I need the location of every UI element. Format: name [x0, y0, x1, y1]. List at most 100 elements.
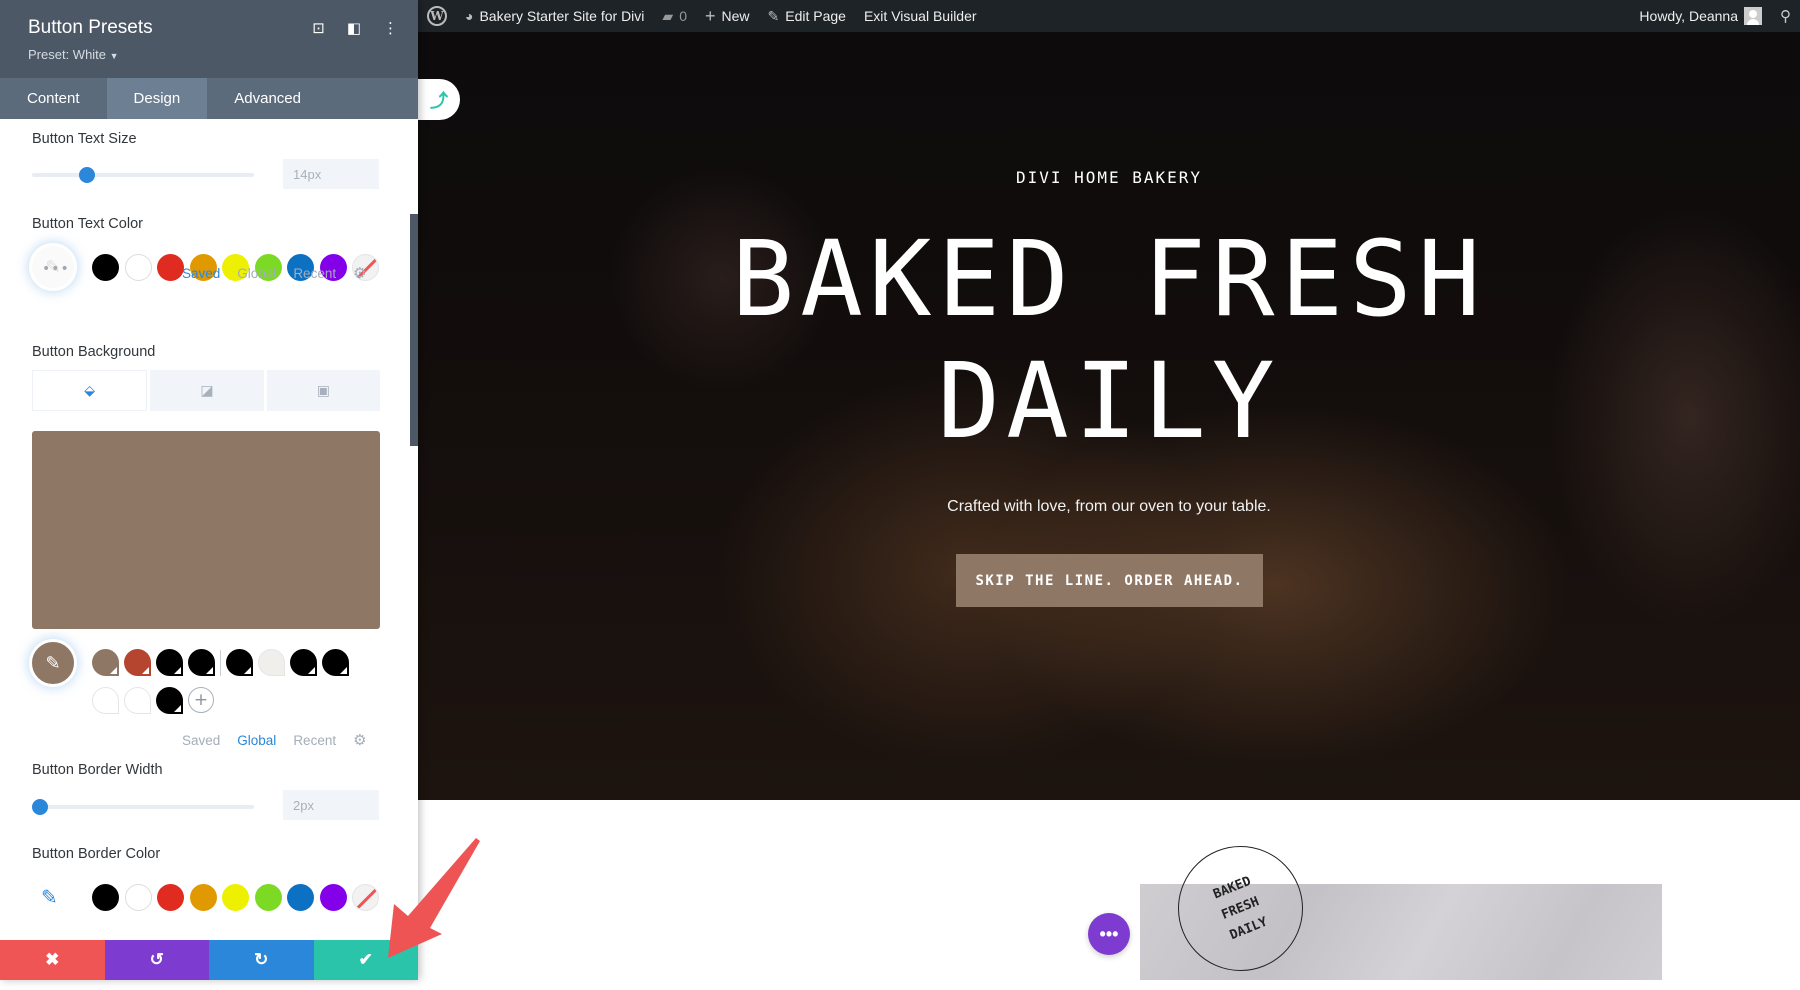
- pencil-icon: ✎: [767, 7, 780, 24]
- palette-tab-saved[interactable]: Saved: [182, 266, 220, 281]
- panel-title: Button Presets: [28, 17, 153, 38]
- global-color-swatch[interactable]: [156, 649, 183, 676]
- gear-icon[interactable]: ⚙: [353, 264, 366, 282]
- color-swatch[interactable]: [124, 884, 152, 911]
- tab-background-gradient[interactable]: ◪: [150, 370, 264, 411]
- paint-bucket-icon: ⬙: [84, 382, 96, 399]
- close-icon: ✖: [45, 950, 60, 969]
- tab-content[interactable]: Content: [0, 78, 107, 119]
- section-settings-toggle[interactable]: ⤴: [418, 79, 460, 120]
- palette-tab-global[interactable]: Global: [237, 266, 276, 281]
- palette-tab-saved[interactable]: Saved: [182, 733, 220, 748]
- swatch-divider: [220, 650, 221, 676]
- color-swatch[interactable]: [157, 254, 184, 281]
- caret-down-icon: ▼: [109, 51, 119, 61]
- return-arrow-icon: ⤴: [430, 90, 448, 112]
- border-width-input[interactable]: [283, 790, 379, 820]
- fullscreen-icon[interactable]: ⊡: [312, 19, 325, 37]
- hero-eyebrow: DIVI HOME BAKERY: [1015, 168, 1203, 187]
- user-account-menu[interactable]: Howdy, Deanna: [1630, 0, 1771, 32]
- add-color-button[interactable]: +: [188, 687, 214, 713]
- background-eyedropper-button[interactable]: ✎: [29, 639, 77, 687]
- edit-page-link[interactable]: ✎ Edit Page: [759, 0, 855, 32]
- text-size-label: Button Text Size: [32, 131, 137, 147]
- wp-admin-bar: W ◕ Bakery Starter Site for Divi ▰ 0 + N…: [418, 0, 1800, 32]
- wp-logo-menu[interactable]: W: [418, 0, 456, 32]
- border-width-label: Button Border Width: [32, 762, 163, 778]
- tab-design[interactable]: Design: [106, 78, 208, 119]
- new-content-link[interactable]: + New: [696, 0, 759, 32]
- palette-tab-recent[interactable]: Recent: [293, 266, 336, 281]
- split-view-icon[interactable]: ◧: [347, 19, 361, 37]
- palette-tab-global[interactable]: Global: [237, 733, 276, 748]
- preset-dropdown[interactable]: Preset: White ▼: [28, 47, 119, 62]
- color-swatch[interactable]: [124, 254, 152, 281]
- discard-button[interactable]: ✖: [0, 940, 105, 980]
- eyedropper-icon[interactable]: ✎: [41, 885, 58, 909]
- background-color-preview[interactable]: [32, 431, 380, 629]
- color-swatch[interactable]: [92, 884, 119, 911]
- exit-visual-builder-link[interactable]: Exit Visual Builder: [855, 0, 986, 32]
- border-color-label: Button Border Color: [32, 846, 161, 862]
- save-button[interactable]: ✔: [313, 940, 418, 980]
- slider-handle[interactable]: [78, 167, 95, 183]
- panel-header: Button Presets Preset: White ▼ ⊡ ◧ ⋮: [0, 0, 418, 78]
- global-color-swatch[interactable]: [92, 649, 119, 676]
- order-ahead-button[interactable]: SKIP THE LINE. ORDER AHEAD.: [956, 554, 1263, 607]
- ellipsis-icon: •••: [1099, 923, 1119, 944]
- redo-button[interactable]: ↻: [209, 940, 314, 980]
- search-button[interactable]: ⚲: [1771, 0, 1800, 32]
- hero-section: DIVI HOME BAKERY BAKED FRESH DAILY Craft…: [418, 32, 1800, 800]
- global-color-swatch[interactable]: [226, 649, 253, 676]
- wordpress-logo-icon: W: [427, 6, 447, 26]
- color-swatch[interactable]: [287, 884, 314, 911]
- panel-scrollbar[interactable]: [410, 214, 418, 446]
- builder-more-options-button[interactable]: •••: [1088, 913, 1130, 955]
- panel-footer: ✖ ↺ ↻ ✔: [0, 940, 418, 980]
- background-label: Button Background: [32, 344, 156, 360]
- panel-tabs: Content Design Advanced: [0, 78, 418, 119]
- slider-handle[interactable]: [32, 799, 48, 815]
- hero-subtitle: Crafted with love, from our oven to your…: [947, 498, 1271, 515]
- checkmark-icon: ✔: [358, 950, 373, 969]
- tab-background-color[interactable]: ⬙: [32, 370, 148, 411]
- gear-icon[interactable]: ⚙: [353, 731, 366, 749]
- text-size-input[interactable]: [283, 159, 379, 189]
- text-color-label: Button Text Color: [32, 216, 143, 232]
- comments-count: 0: [679, 8, 687, 24]
- global-color-swatch[interactable]: [322, 649, 349, 676]
- undo-icon: ↺: [149, 950, 164, 969]
- global-color-swatch[interactable]: [258, 649, 285, 676]
- tab-background-image[interactable]: ▣: [266, 370, 380, 411]
- color-swatch[interactable]: [254, 884, 282, 911]
- global-color-swatch[interactable]: [188, 649, 215, 676]
- global-color-swatch[interactable]: [124, 687, 151, 714]
- global-color-swatch[interactable]: [124, 649, 151, 676]
- global-color-swatch[interactable]: [290, 649, 317, 676]
- site-name-link[interactable]: ◕ Bakery Starter Site for Divi: [456, 0, 653, 32]
- text-color-palette-tabs: Saved Global Recent ⚙: [182, 264, 367, 282]
- button-presets-panel: Button Presets Preset: White ▼ ⊡ ◧ ⋮ Con…: [0, 0, 418, 980]
- image-icon: ▣: [316, 382, 330, 399]
- search-icon: ⚲: [1780, 8, 1791, 25]
- color-swatch[interactable]: [92, 254, 119, 281]
- dashboard-icon: ◕: [465, 8, 474, 24]
- more-colors-icon[interactable]: •••: [42, 261, 70, 277]
- global-color-swatch[interactable]: [92, 687, 119, 714]
- color-swatch[interactable]: [157, 884, 184, 911]
- tab-advanced[interactable]: Advanced: [207, 78, 328, 119]
- color-swatch[interactable]: [319, 884, 347, 911]
- kebab-menu-icon[interactable]: ⋮: [383, 19, 398, 37]
- color-swatch[interactable]: [222, 884, 249, 911]
- comments-link[interactable]: ▰ 0: [653, 0, 696, 32]
- global-color-swatch[interactable]: [156, 687, 183, 714]
- border-width-slider[interactable]: [32, 799, 254, 815]
- undo-button[interactable]: ↺: [104, 940, 209, 980]
- text-size-slider[interactable]: [32, 167, 254, 183]
- redo-icon: ↻: [254, 950, 269, 969]
- transparent-color-swatch[interactable]: [352, 884, 379, 911]
- color-swatch[interactable]: [189, 884, 217, 911]
- background-palette-tabs: Saved Global Recent ⚙: [182, 731, 367, 749]
- comment-bubble-icon: ▰: [662, 7, 674, 24]
- palette-tab-recent[interactable]: Recent: [293, 733, 336, 748]
